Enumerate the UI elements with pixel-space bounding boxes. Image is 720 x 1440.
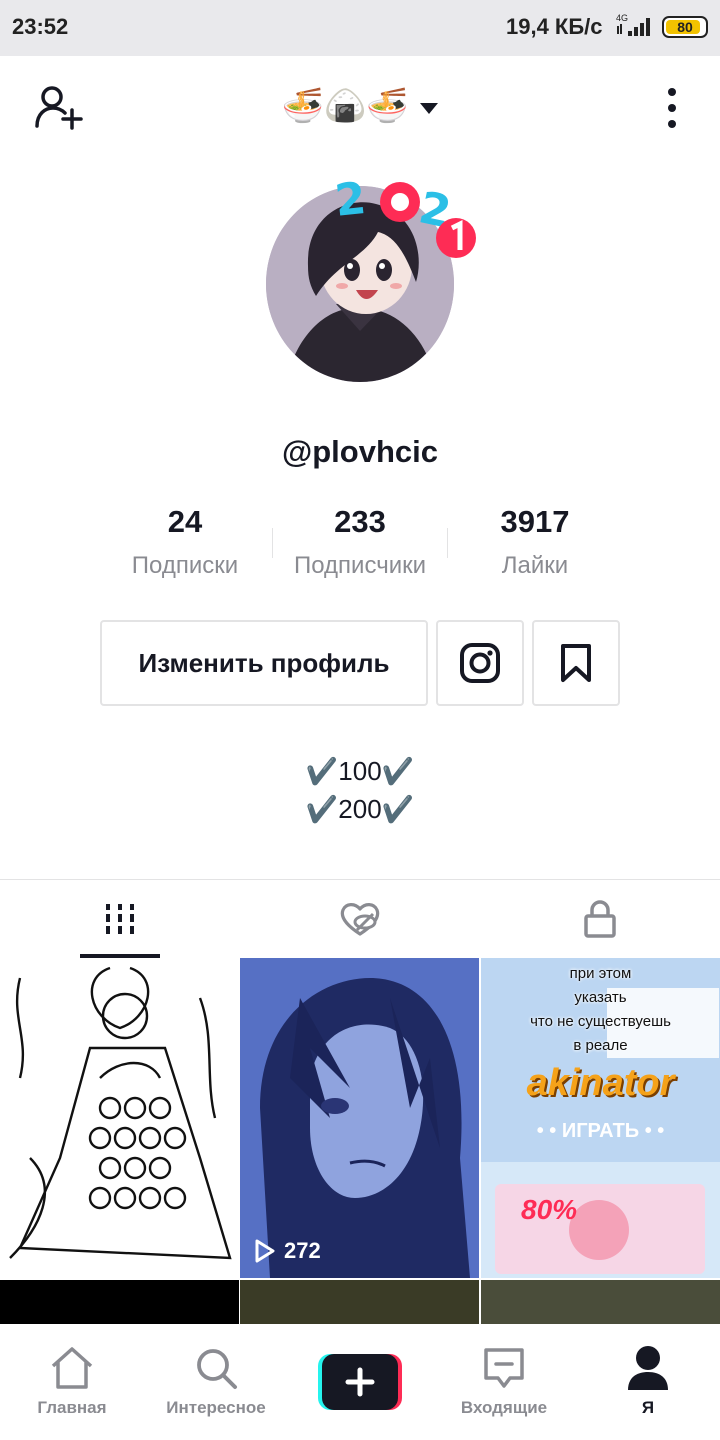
nav-label: Я <box>641 1398 655 1417</box>
account-switcher[interactable]: 🍜🍙🍜 <box>0 84 720 128</box>
stat-label: Лайки <box>501 552 569 579</box>
video-thumbnail[interactable]: при этом указать что не существуешь в ре… <box>481 958 720 1278</box>
video-grid: 272 при этом указать что не существуешь … <box>0 958 720 1324</box>
profile-header: 🍜🍙🍜 <box>0 56 720 156</box>
account-name: 🍜🍙🍜 <box>281 87 409 125</box>
instagram-button[interactable] <box>436 620 524 706</box>
edit-profile-button[interactable]: Изменить профиль <box>100 620 428 706</box>
play-icon <box>255 1239 275 1263</box>
favorites-button[interactable] <box>532 620 620 706</box>
view-count-value: 272 <box>284 1238 321 1263</box>
stat-value: 3917 <box>500 504 570 539</box>
nav-label: Интересное <box>166 1398 266 1417</box>
nav-label: Главная <box>37 1398 107 1417</box>
search-icon <box>197 1349 237 1389</box>
battery-level: 80 <box>677 19 693 35</box>
percent-label: 80% <box>521 1194 578 1225</box>
username: @plovhcic <box>282 434 438 469</box>
status-bar: 23:52 19,4 КБ/с 4G 80 <box>0 0 720 56</box>
nav-label: Входящие <box>460 1398 548 1417</box>
video-overlay-text: при этом указать что не существуешь в ре… <box>481 962 720 1058</box>
bottom-navigation: Главная Интересное Входящие Я <box>0 1324 720 1440</box>
akinator-logo: akinator <box>526 1062 675 1104</box>
overlay-line: при этом <box>569 965 632 982</box>
create-button[interactable] <box>318 1354 402 1410</box>
lock-icon <box>584 900 616 938</box>
nav-inbox[interactable]: Входящие <box>432 1324 576 1440</box>
overlay-line: указать <box>574 989 627 1006</box>
tab-liked[interactable] <box>240 880 480 958</box>
stat-label: Подписчики <box>293 552 427 579</box>
network-speed: 19,4 КБ/с <box>506 14 603 39</box>
status-time: 23:52 <box>12 14 69 39</box>
video-thumbnail[interactable] <box>481 1280 720 1324</box>
tab-private[interactable] <box>480 880 720 958</box>
profile-icon <box>628 1346 668 1390</box>
year-badge-text: 2 <box>334 173 368 227</box>
home-icon <box>51 1347 93 1389</box>
grid-icon <box>103 904 137 934</box>
nav-profile[interactable]: Я <box>576 1324 720 1440</box>
chevron-down-icon <box>420 102 439 114</box>
view-count: 272 <box>254 1238 321 1264</box>
stat-following[interactable]: 24 Подписки <box>95 502 275 582</box>
inbox-icon <box>484 1348 524 1388</box>
video-thumbnail[interactable] <box>240 1280 479 1324</box>
nav-discover[interactable]: Интересное <box>144 1324 288 1440</box>
overlay-line: в реале <box>573 1037 628 1054</box>
signal-icon: 4G <box>616 13 650 36</box>
bio-line: ✔️100✔️ <box>305 756 415 786</box>
stat-followers[interactable]: 233 Подписчики <box>270 502 450 582</box>
stat-value: 233 <box>334 504 386 539</box>
nav-home[interactable]: Главная <box>0 1324 144 1440</box>
tab-videos[interactable] <box>0 880 240 958</box>
anime-thumbnail-image <box>240 958 479 1278</box>
video-thumbnail[interactable] <box>0 1280 239 1324</box>
instagram-icon <box>460 643 500 683</box>
more-vertical-icon[interactable] <box>660 86 684 130</box>
video-thumbnail[interactable] <box>0 958 239 1278</box>
sketch-thumbnail-image <box>0 958 239 1278</box>
battery-icon: 80 <box>662 16 708 38</box>
bookmark-icon <box>561 644 591 682</box>
profile-bio: ✔️100✔️ ✔️200✔️ <box>0 752 720 828</box>
heart-hidden-icon <box>340 903 380 936</box>
stat-value: 24 <box>167 504 203 539</box>
network-type-label: 4G <box>616 13 628 23</box>
bio-line: ✔️200✔️ <box>305 794 415 824</box>
stat-label: Подписки <box>131 552 239 579</box>
year-badge: 2 2 <box>334 173 476 258</box>
overlay-line: что не существуешь <box>530 1013 671 1030</box>
video-thumbnail[interactable]: 272 <box>240 958 479 1278</box>
play-cta: • • ИГРАТЬ • • <box>536 1120 665 1142</box>
stat-likes[interactable]: 3917 Лайки <box>445 502 625 582</box>
